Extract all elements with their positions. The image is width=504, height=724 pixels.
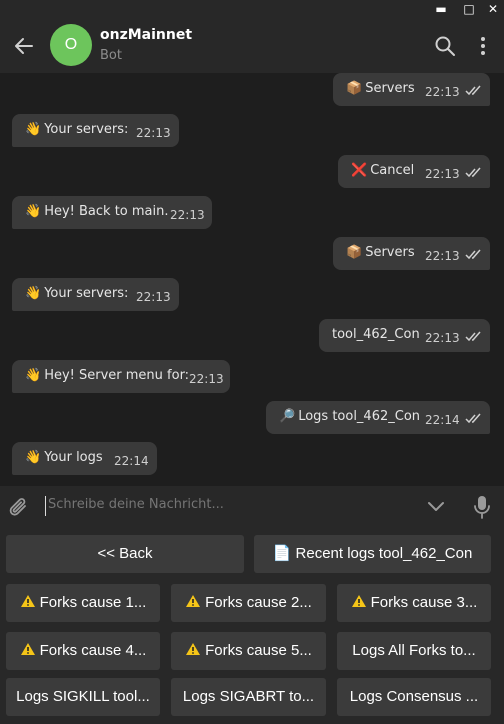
message-time: 22:13 xyxy=(425,167,460,181)
package-icon: 📦 xyxy=(346,81,363,96)
waving-hand-icon: 👋 xyxy=(25,286,42,301)
chat-header: O onzMainnet Bot xyxy=(0,18,504,73)
message-text: Your servers: xyxy=(44,286,129,301)
keyboard-button-label: Forks cause 1... xyxy=(39,594,147,611)
message-text: Hey! Back to main. xyxy=(44,204,169,219)
chevron-down-icon[interactable] xyxy=(426,499,446,515)
message-text: Cancel xyxy=(370,163,415,178)
message-incoming[interactable]: 👋 Your servers: 22:13 xyxy=(12,114,179,147)
back-arrow-icon[interactable] xyxy=(12,34,36,58)
keyboard-button-logs-sigkill[interactable]: Logs SIGKILL tool... xyxy=(6,678,160,716)
message-text: Hey! Server menu for: xyxy=(44,368,190,383)
maximize-button[interactable]: □ xyxy=(458,1,480,17)
waving-hand-icon: 👋 xyxy=(25,368,42,383)
waving-hand-icon: 👋 xyxy=(25,204,42,219)
message-incoming[interactable]: 👋 Hey! Back to main. 22:13 xyxy=(12,196,212,229)
message-text: Your servers: xyxy=(44,122,129,137)
double-check-icon xyxy=(465,167,481,178)
warning-icon xyxy=(186,643,201,655)
keyboard-button-forks-cause-4[interactable]: Forks cause 4... xyxy=(6,632,160,670)
message-outgoing[interactable]: 📦 Servers 22:13 xyxy=(333,73,490,106)
warning-icon xyxy=(186,595,201,607)
message-time: 22:14 xyxy=(114,454,149,468)
window-title-bar: ▬ □ ✕ xyxy=(0,0,504,18)
package-icon: 📦 xyxy=(346,245,363,260)
message-incoming[interactable]: 👋 Your servers: 22:13 xyxy=(12,278,179,311)
message-text: Your logs xyxy=(44,450,103,465)
message-text: tool_462_Con xyxy=(332,327,420,342)
keyboard-button-recent-logs[interactable]: 📄 Recent logs tool_462_Con xyxy=(254,535,491,573)
microphone-icon[interactable] xyxy=(472,494,492,520)
double-check-icon xyxy=(465,331,481,342)
keyboard-button-logs-consensus[interactable]: Logs Consensus ... xyxy=(337,678,491,716)
keyboard-button-logs-all-forks[interactable]: Logs All Forks to... xyxy=(337,632,491,670)
keyboard-button-label: Forks cause 3... xyxy=(370,594,478,611)
minimize-button[interactable]: ▬ xyxy=(430,1,452,17)
message-time: 22:14 xyxy=(425,413,460,427)
message-list[interactable]: 📦 Servers 22:13 👋 Your servers: 22:13 ❌ Can… xyxy=(0,73,504,483)
keyboard-button-back[interactable]: << Back xyxy=(6,535,244,573)
keyboard-button-forks-cause-1[interactable]: Forks cause 1... xyxy=(6,584,160,622)
message-time: 22:13 xyxy=(425,85,460,99)
warning-icon xyxy=(20,595,35,607)
message-outgoing[interactable]: 📦 Servers 22:13 xyxy=(333,237,490,270)
message-outgoing[interactable]: ❌ Cancel 22:13 xyxy=(338,155,490,188)
waving-hand-icon: 👋 xyxy=(25,450,42,465)
keyboard-button-label: Forks cause 5... xyxy=(205,642,312,659)
message-incoming[interactable]: 👋 Your logs 22:14 xyxy=(12,442,157,475)
magnifier-icon: 🔎 xyxy=(279,409,296,424)
message-text: Logs tool_462_Con xyxy=(298,409,421,424)
keyboard-button-label: Forks cause 2... xyxy=(205,594,312,611)
text-cursor xyxy=(45,496,46,516)
chat-subtitle: Bot xyxy=(100,48,122,63)
avatar[interactable]: O xyxy=(50,24,92,66)
search-icon[interactable] xyxy=(434,35,456,57)
message-input[interactable] xyxy=(48,497,408,512)
message-composer xyxy=(0,486,504,528)
cross-mark-icon: ❌ xyxy=(351,163,368,178)
double-check-icon xyxy=(465,413,481,424)
message-time: 22:13 xyxy=(425,249,460,263)
message-text: Servers xyxy=(365,81,415,96)
message-time: 22:13 xyxy=(170,208,205,222)
message-time: 22:13 xyxy=(136,126,171,140)
keyboard-button-logs-sigabrt[interactable]: Logs SIGABRT to... xyxy=(171,678,326,716)
warning-icon xyxy=(20,643,35,655)
chat-title[interactable]: onzMainnet xyxy=(100,27,192,43)
message-outgoing[interactable]: tool_462_Con 22:13 xyxy=(319,319,490,352)
close-window-button[interactable]: ✕ xyxy=(482,1,504,17)
more-options-icon[interactable] xyxy=(476,34,490,58)
message-time: 22:13 xyxy=(189,372,224,386)
message-outgoing[interactable]: 🔎 Logs tool_462_Con 22:14 xyxy=(266,401,490,434)
message-time: 22:13 xyxy=(136,290,171,304)
double-check-icon xyxy=(465,85,481,96)
paperclip-icon[interactable] xyxy=(8,495,30,519)
keyboard-button-forks-cause-3[interactable]: Forks cause 3... xyxy=(337,584,491,622)
message-time: 22:13 xyxy=(425,331,460,345)
message-text: Servers xyxy=(365,245,415,260)
keyboard-button-label: Forks cause 4... xyxy=(39,642,147,659)
waving-hand-icon: 👋 xyxy=(25,122,42,137)
keyboard-button-forks-cause-5[interactable]: Forks cause 5... xyxy=(171,632,326,670)
warning-icon xyxy=(351,595,366,607)
keyboard-button-forks-cause-2[interactable]: Forks cause 2... xyxy=(171,584,326,622)
bot-keyboard: << Back 📄 Recent logs tool_462_Con Forks… xyxy=(0,528,504,724)
double-check-icon xyxy=(465,249,481,260)
message-incoming[interactable]: 👋 Hey! Server menu for: 22:13 xyxy=(12,360,230,393)
